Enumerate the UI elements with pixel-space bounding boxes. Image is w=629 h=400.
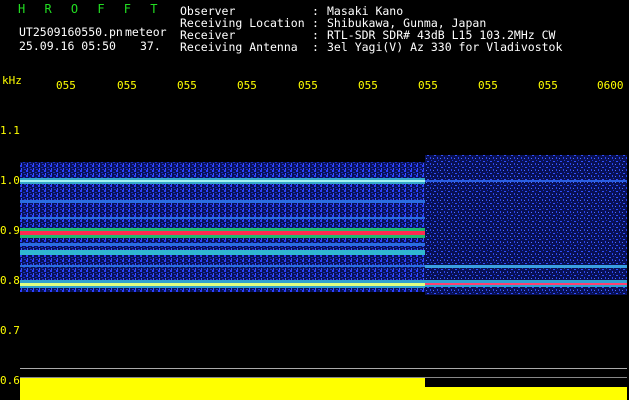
file-name: UT2509160550.pn [19,25,123,39]
meteor-count: 37. [140,39,161,53]
band [20,250,425,255]
y-tick: 0.8 [0,274,20,287]
x-tick: 055 [177,79,197,92]
x-tick: 055 [237,79,257,92]
info-label-antenna: Receiving Antenna [180,40,298,54]
x-tick: 055 [298,79,318,92]
signal-amplitude-left [20,377,425,400]
level-line-lower [20,377,627,378]
x-tick: 055 [538,79,558,92]
band [20,243,425,246]
band [20,217,425,219]
band [20,231,425,235]
x-tick: 055 [56,79,76,92]
band [20,283,425,286]
x-tick: 055 [358,79,378,92]
y-tick: 0.9 [0,224,20,237]
band [425,265,627,268]
x-tick: 055 [117,79,137,92]
x-tick: 0600 [597,79,624,92]
y-tick: 1.0 [0,174,20,187]
info-value-antenna: 3el Yagi(V) Az 330 for Vladivostok [327,40,563,54]
date-time: 25.09.16 05:50 [19,39,116,53]
band [20,200,425,203]
unit-label: kHz [2,74,22,87]
y-tick: 1.1 [0,124,20,137]
band [20,265,425,267]
info-sep-antenna: : [312,40,319,54]
spectrogram [20,155,627,400]
level-line [20,368,627,369]
signal-amplitude-right [425,387,627,400]
meteor-tag: meteor [125,25,167,39]
band [425,180,627,182]
x-tick: 055 [478,79,498,92]
x-tick: 055 [418,79,438,92]
y-tick: 0.7 [0,324,20,337]
noise-area-right [425,155,627,295]
band [20,180,425,182]
y-tick: 0.6 [0,374,20,387]
brand-title: H R O F F T [18,2,164,16]
band [425,283,627,285]
